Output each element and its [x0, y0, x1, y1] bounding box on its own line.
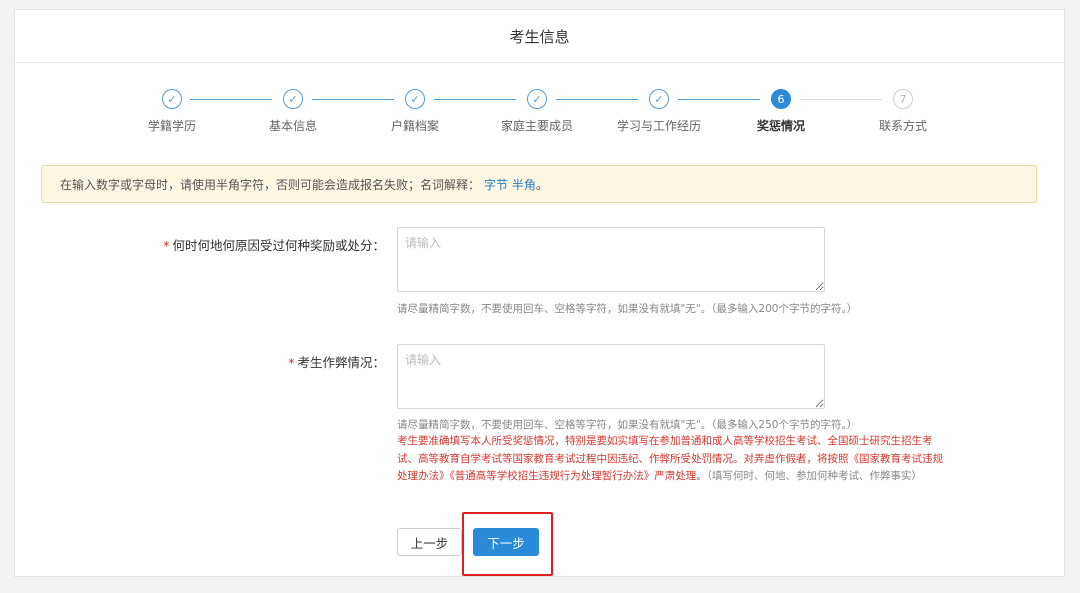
- check-icon: ✓: [162, 89, 182, 109]
- cheating-hint: 请尽量精简字数，不要使用回车、空格等字符，如果没有就填"无"。（最多输入250个…: [397, 419, 858, 431]
- rewards-label: * 何时何地何原因受过何种奖励或处分：: [163, 238, 385, 253]
- check-icon: ✓: [649, 89, 669, 109]
- warning-note: （填写何时、何地、参加何种考试、作弊事实）: [706, 470, 922, 482]
- notice-text: 在输入数字或字母时，请使用半角字符，否则可能会造成报名失败；名词解释：: [60, 177, 481, 192]
- cheating-label: * 考生作弊情况：: [288, 355, 385, 370]
- required-mark: *: [288, 355, 295, 370]
- step-label: 家庭主要成员: [500, 119, 573, 133]
- halfwidth-link[interactable]: 半角: [508, 176, 536, 193]
- byte-link[interactable]: 字节: [484, 176, 508, 193]
- step-contact[interactable]: 7 联系方式: [853, 89, 953, 134]
- step-household[interactable]: ✓ 户籍档案: [365, 89, 465, 134]
- rewards-textarea[interactable]: [397, 227, 825, 292]
- cheating-warning: 考生要准确填写本人所受奖惩情况，特别是要如实填写在参加普通和成人高等学校招生考试…: [397, 435, 943, 482]
- step-label: 联系方式: [878, 119, 927, 133]
- rewards-hint: 请尽量精简字数，不要使用回车、空格等字符，如果没有就填"无"。（最多输入200个…: [397, 303, 858, 315]
- notice-end: 。: [535, 177, 548, 192]
- step-education[interactable]: ✓ 学籍学历: [122, 89, 222, 134]
- step-basic-info[interactable]: ✓ 基本信息: [243, 89, 343, 134]
- step-label: 户籍档案: [390, 119, 439, 133]
- step-number: 7: [893, 89, 913, 109]
- highlight-box: [462, 512, 553, 576]
- step-label: 基本信息: [268, 119, 317, 133]
- step-experience[interactable]: ✓ 学习与工作经历: [609, 89, 709, 134]
- step-number: 6: [771, 89, 791, 109]
- step-label: 学籍学历: [147, 119, 196, 133]
- check-icon: ✓: [405, 89, 425, 109]
- step-label: 学习与工作经历: [616, 119, 701, 133]
- required-mark: *: [163, 238, 170, 253]
- check-icon: ✓: [527, 89, 547, 109]
- notice-banner: 在输入数字或字母时，请使用半角字符，否则可能会造成报名失败；名词解释： 字节 半…: [41, 165, 1037, 203]
- check-icon: ✓: [283, 89, 303, 109]
- progress-steps: ✓ 学籍学历 ✓ 基本信息 ✓ 户籍档案 ✓ 家庭主要成员 ✓ 学习与工作经历 …: [0, 89, 1080, 139]
- step-rewards[interactable]: 6 奖惩情况: [731, 89, 831, 134]
- cheating-textarea[interactable]: [397, 344, 825, 409]
- prev-step-button[interactable]: 上一步: [397, 528, 462, 556]
- page-title: 考生信息: [15, 10, 1064, 63]
- step-label: 奖惩情况: [756, 119, 805, 133]
- step-family[interactable]: ✓ 家庭主要成员: [487, 89, 587, 134]
